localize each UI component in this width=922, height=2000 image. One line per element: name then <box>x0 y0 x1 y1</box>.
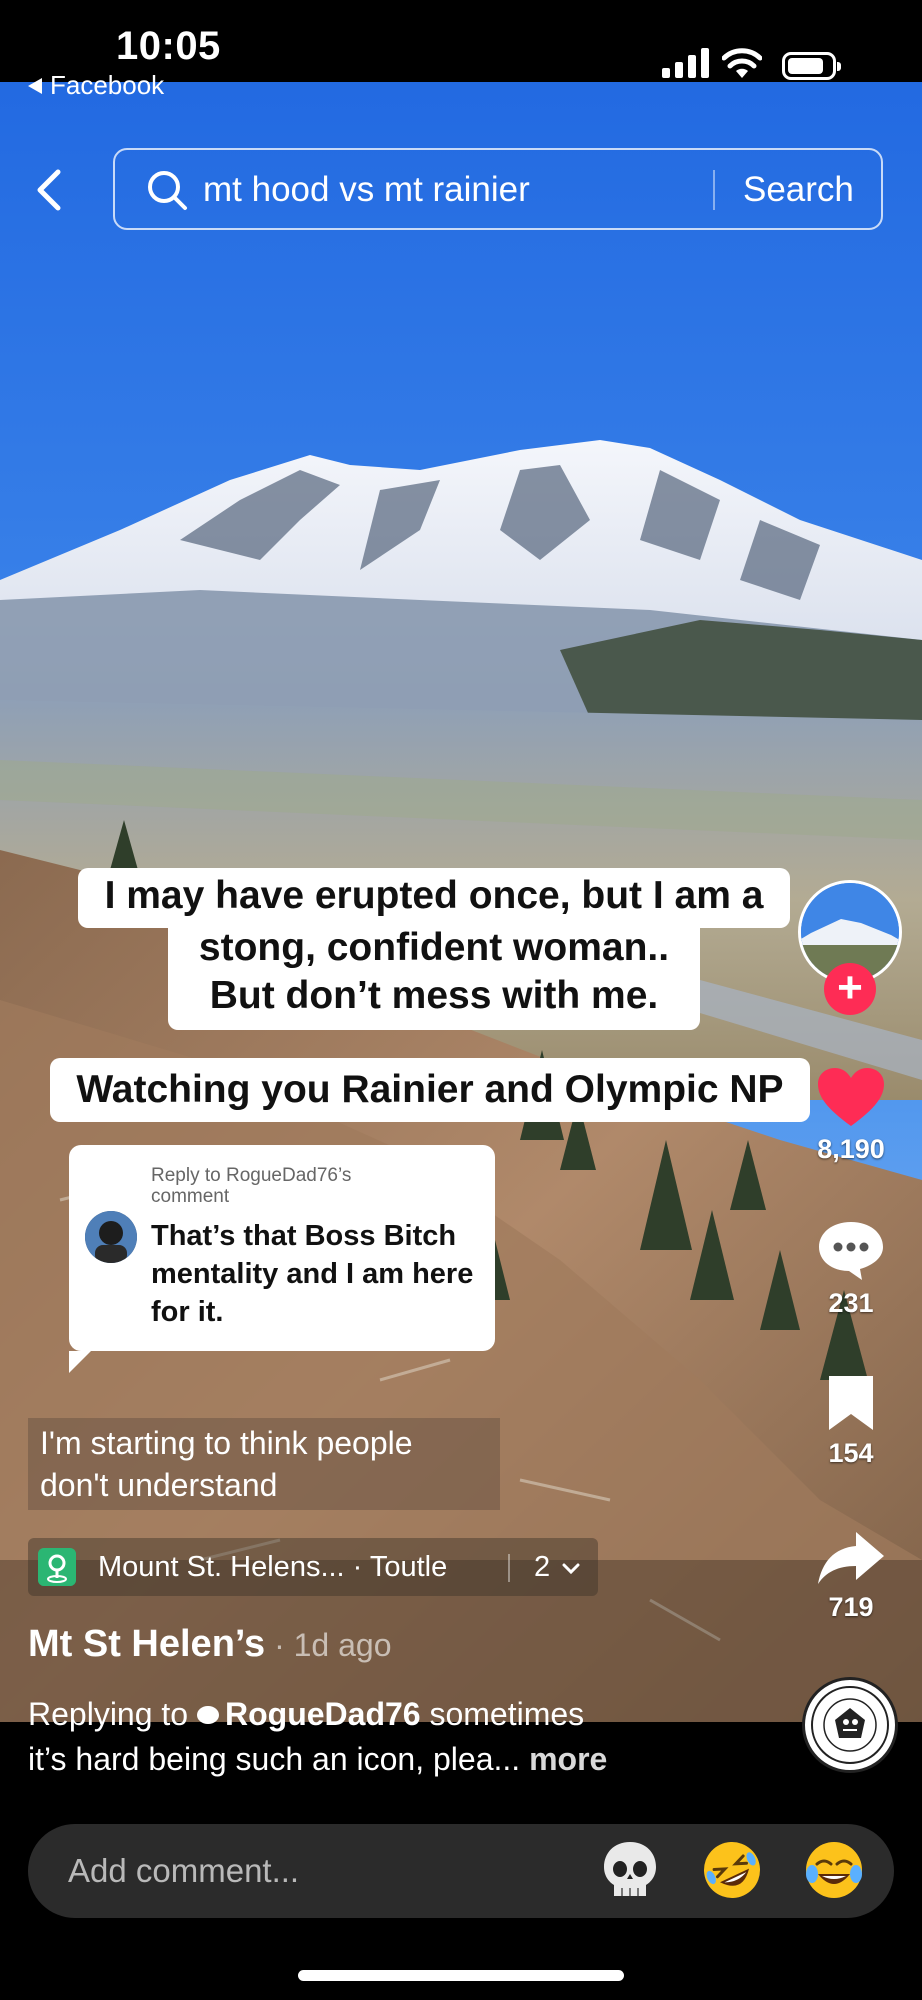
tears-of-joy-emoji-icon[interactable] <box>802 1838 866 1902</box>
subtitle-line-2: don't understand <box>40 1467 278 1503</box>
caption-secondary-text: Watching you Rainier and Olympic NP <box>76 1068 784 1111</box>
battery-icon <box>782 52 841 80</box>
status-time: 10:05 <box>116 24 221 68</box>
search-divider <box>713 170 715 210</box>
reply-comment-bubble[interactable]: Reply to RogueDad76’s comment That’s tha… <box>69 1145 495 1373</box>
wifi-icon <box>722 48 762 78</box>
description-line-1-rest: sometimes <box>420 1696 585 1732</box>
author-name[interactable]: Mt St Helen’s <box>28 1623 265 1665</box>
like-button[interactable]: 8,190 <box>806 1066 896 1165</box>
location-tag[interactable]: Mount St. Helens... · Toutle 2 <box>28 1538 598 1596</box>
comment-input-bar[interactable]: Add comment... <box>28 1824 894 1918</box>
search-query[interactable]: mt hood vs mt rainier <box>203 168 530 212</box>
post-description[interactable]: Replying to RogueDad76 sometimes it’s ha… <box>28 1692 708 1782</box>
subtitle-line-1: I'm starting to think people <box>40 1425 413 1461</box>
caption-line-1-text: I may have erupted once, but I am a <box>104 874 764 917</box>
description-line-1: Replying to RogueDad76 sometimes <box>28 1692 708 1737</box>
post-time: · 1d ago <box>265 1627 392 1663</box>
reply-to-label: Reply to RogueDad76’s comment <box>151 1165 352 1207</box>
post-author-line[interactable]: Mt St Helen’s · 1d ago <box>28 1622 392 1667</box>
share-count: 719 <box>828 1592 874 1622</box>
sound-disc[interactable] <box>802 1677 898 1773</box>
description-line-2-text: it’s hard being such an icon, plea... <box>28 1741 521 1777</box>
heart-icon <box>818 1068 884 1126</box>
video-subtitle: I'm starting to think people don't under… <box>28 1418 500 1510</box>
like-count: 8,190 <box>817 1134 885 1164</box>
reply-handle[interactable]: RogueDad76 <box>225 1696 421 1732</box>
back-to-app-link[interactable]: Facebook <box>28 70 164 101</box>
comment-button[interactable]: 231 <box>806 1218 896 1319</box>
skull-emoji-icon[interactable] <box>598 1838 662 1902</box>
save-count: 154 <box>828 1438 874 1468</box>
location-count[interactable]: 2 <box>534 1549 580 1585</box>
back-chevron-icon[interactable] <box>32 168 68 212</box>
caption-line-2-text: stong, confident woman.. <box>198 926 670 969</box>
reply-message: That’s that Boss Bitch mentality and I a… <box>151 1220 474 1328</box>
cellular-signal-icon <box>662 48 709 78</box>
rofl-emoji-icon[interactable] <box>700 1838 764 1902</box>
commenter-avatar <box>85 1211 137 1263</box>
replying-to-label: Replying to <box>28 1696 197 1732</box>
bubble-tail <box>69 1351 91 1373</box>
comment-count: 231 <box>828 1288 874 1318</box>
location-separator <box>508 1554 510 1582</box>
home-indicator[interactable] <box>298 1970 624 1981</box>
search-button[interactable]: Search <box>743 168 854 212</box>
bookmark-icon <box>829 1376 873 1430</box>
back-triangle-icon <box>28 77 42 94</box>
search-bar[interactable]: mt hood vs mt rainier Search <box>113 148 883 230</box>
caption-line-1: I may have erupted once, but I am a <box>78 868 790 928</box>
follow-plus-button[interactable]: + <box>824 963 876 1015</box>
location-count-value: 2 <box>534 1551 551 1583</box>
save-button[interactable]: 154 <box>806 1374 896 1469</box>
caption-line-2: stong, confident woman.. But don’t mess … <box>168 920 700 1030</box>
comment-placeholder[interactable]: Add comment... <box>68 1851 299 1891</box>
share-arrow-icon <box>818 1532 884 1584</box>
search-icon <box>148 171 187 210</box>
description-line-2: it’s hard being such an icon, plea... mo… <box>28 1737 708 1782</box>
share-button[interactable]: 719 <box>806 1528 896 1623</box>
comment-icon <box>819 1222 883 1280</box>
caption-line-3-text: But don’t mess with me. <box>209 974 659 1017</box>
sound-logo-icon <box>806 1681 894 1769</box>
comment-bubble-icon <box>196 1705 219 1724</box>
back-app-label: Facebook <box>50 70 165 100</box>
location-pin-icon <box>38 1548 76 1586</box>
more-link[interactable]: more <box>529 1741 607 1777</box>
location-name: Mount St. Helens... · Toutle <box>98 1551 448 1583</box>
caption-secondary: Watching you Rainier and Olympic NP <box>50 1058 810 1122</box>
chevron-down-icon <box>562 1563 580 1575</box>
